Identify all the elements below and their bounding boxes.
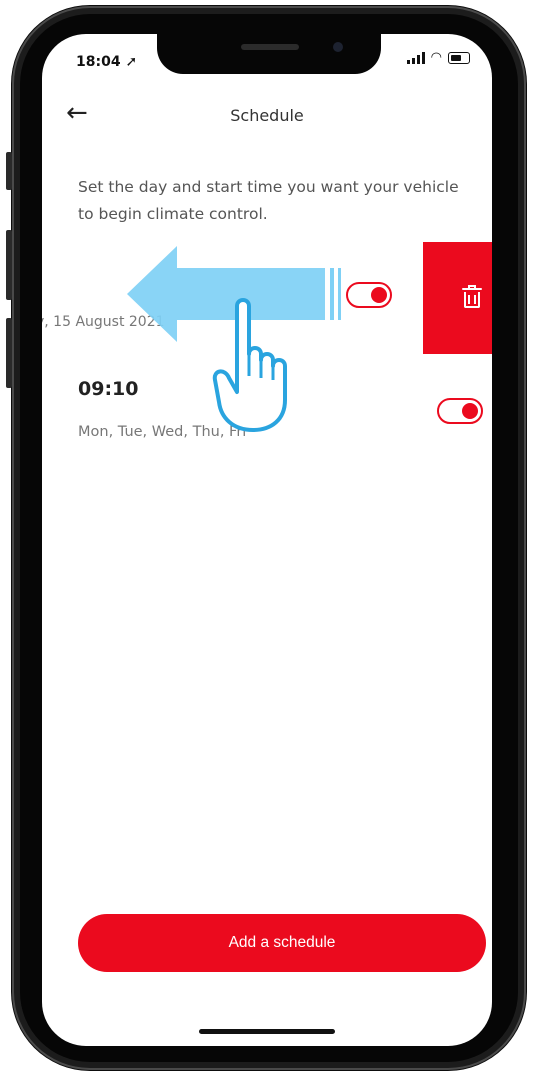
signal-icon: [406, 52, 425, 64]
schedule-time: 09:10: [78, 378, 139, 400]
schedule-description: Set the day and start time you want your…: [78, 178, 459, 223]
toggle-knob: [371, 287, 387, 303]
add-schedule-button[interactable]: Add a schedule: [78, 914, 486, 972]
home-indicator[interactable]: [199, 1029, 335, 1034]
app-screen: 18:04 ➚ ◠ ← Schedule Set the day and sta…: [42, 34, 492, 1046]
delete-schedule-button[interactable]: [423, 242, 492, 354]
schedule-toggle[interactable]: [437, 398, 483, 424]
swipe-hand-icon: [212, 298, 287, 432]
speaker-grille: [241, 44, 299, 50]
page-title: Schedule: [230, 106, 304, 125]
notch: [157, 34, 381, 74]
toggle-knob: [462, 403, 478, 419]
wifi-icon: ◠: [430, 50, 442, 65]
status-time: 18:04 ➚: [76, 54, 138, 70]
volume-down-button: [6, 318, 12, 388]
mute-switch: [6, 152, 12, 190]
front-camera: [333, 42, 343, 52]
trash-icon: [462, 285, 482, 308]
status-icons: ◠: [406, 50, 470, 65]
volume-up-button: [6, 230, 12, 300]
battery-icon: [448, 52, 470, 64]
